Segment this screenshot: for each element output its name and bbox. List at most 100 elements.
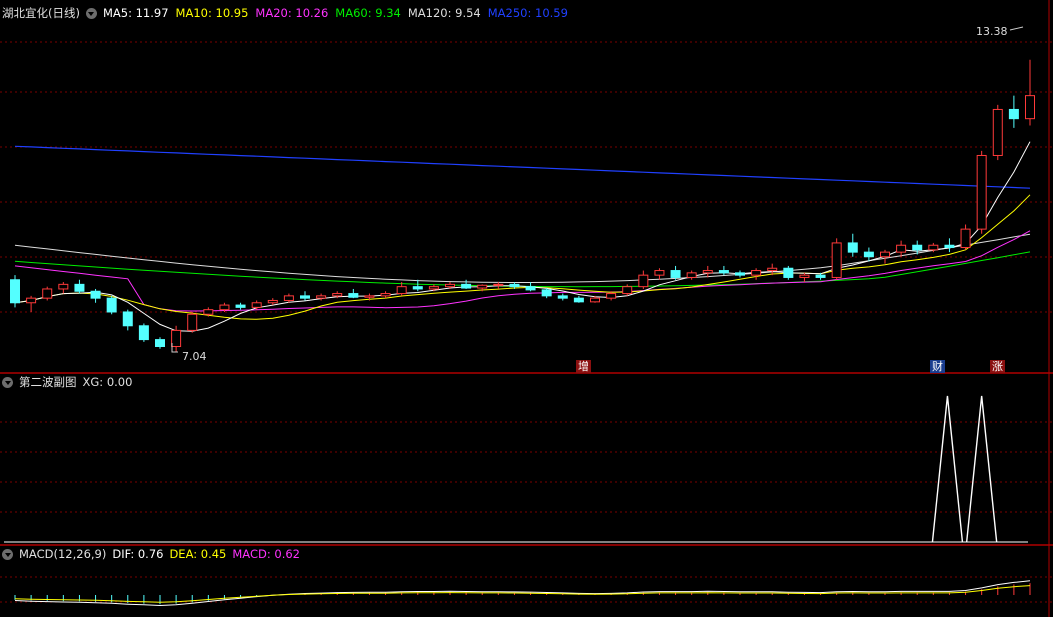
- candle-body-18: [300, 295, 310, 299]
- main-panel-header: 湖北宜化(日线) MA5: 11.97 MA10: 10.95 MA20: 10.2…: [2, 5, 568, 21]
- candle-body-20: [332, 293, 343, 297]
- candle-body-49: [799, 274, 810, 278]
- ma-legend: MA5: 11.97 MA10: 10.95 MA20: 10.26 MA60: 9.…: [103, 5, 568, 21]
- candle-body-51: [831, 242, 842, 278]
- candle-body-27: [445, 283, 455, 288]
- candle-body-32: [525, 286, 536, 291]
- xg-spike-1: [965, 395, 998, 543]
- candle-body-50: [815, 274, 826, 278]
- ma-legend-4: MA120: 9.54: [407, 6, 481, 20]
- candle-body-15: [251, 302, 262, 308]
- candle-body-63: [1025, 95, 1035, 120]
- candle-body-7: [122, 311, 133, 327]
- stock-title: 湖北宜化(日线): [2, 6, 80, 20]
- candle-body-5: [90, 290, 101, 299]
- candle-body-37: [606, 293, 617, 299]
- candle-body-46: [751, 270, 762, 276]
- marker-cai[interactable]: 财: [930, 360, 945, 373]
- candle-body-36: [590, 297, 600, 303]
- candle-body-30: [493, 283, 504, 286]
- dropdown-icon[interactable]: [2, 548, 13, 560]
- ma250-line: [14, 145, 1031, 189]
- ma60-line: [14, 251, 1031, 288]
- candle-body-52: [847, 242, 858, 253]
- chart-canvas: [0, 0, 1053, 617]
- candle-body-61: [992, 108, 1003, 156]
- candle-body-60: [976, 154, 987, 230]
- candle-body-2: [42, 288, 53, 299]
- candle-body-13: [219, 304, 230, 311]
- dea-value: DEA: 0.45: [169, 547, 227, 561]
- candle-body-21: [348, 293, 359, 298]
- candle-body-38: [622, 286, 633, 295]
- candle-body-3: [58, 283, 69, 290]
- ma-legend-5: MA250: 10.59: [487, 6, 568, 20]
- candle-body-44: [718, 270, 729, 274]
- candle-body-29: [477, 284, 488, 289]
- candle-body-55: [896, 244, 907, 253]
- candle-body-31: [509, 283, 520, 288]
- candle-body-6: [106, 297, 117, 313]
- candle-body-53: [863, 251, 874, 258]
- candle-body-34: [557, 295, 568, 299]
- candle-body-26: [428, 286, 439, 290]
- candle-body-62: [1008, 108, 1019, 120]
- candle-body-28: [461, 283, 472, 289]
- candle-body-48: [783, 267, 794, 278]
- kline-chart-window: 湖北宜化(日线) MA5: 11.97 MA10: 10.95 MA20: 10.2…: [0, 0, 1053, 617]
- ma-legend-2: MA20: 10.26: [255, 6, 329, 20]
- ma10-line: [14, 194, 1031, 320]
- candle-body-22: [364, 295, 375, 298]
- macd-value: MACD: 0.62: [232, 547, 300, 561]
- candle-body-43: [702, 270, 713, 274]
- ma-legend-0: MA5: 11.97: [102, 6, 169, 20]
- candle-body-33: [541, 289, 552, 297]
- candle-body-58: [944, 244, 955, 249]
- candle-body-0: [10, 279, 20, 304]
- candle-body-25: [412, 286, 423, 290]
- candle-body-35: [573, 297, 584, 303]
- candle-body-54: [880, 251, 890, 258]
- candle-body-14: [235, 304, 246, 308]
- ma-legend-3: MA60: 9.34: [335, 6, 401, 20]
- sub-panel-header: 第二波副图 XG: 0.00: [2, 374, 132, 390]
- candle-body-12: [203, 309, 214, 315]
- ma5-line: [14, 141, 1031, 332]
- marker-zhang[interactable]: 涨: [990, 360, 1005, 373]
- low-price-label: 7.04: [182, 350, 207, 363]
- xg-value: XG: 0.00: [82, 375, 133, 389]
- macd-title: MACD(12,26,9): [19, 547, 107, 561]
- xg-spike-0: [931, 395, 964, 543]
- dea-line: [14, 585, 1031, 603]
- candle-body-19: [316, 295, 327, 299]
- high-pointer: [1009, 26, 1024, 31]
- candle-body-59: [960, 228, 971, 249]
- marker-zeng[interactable]: 增: [576, 360, 591, 373]
- candle-body-1: [26, 297, 37, 304]
- candle-body-47: [767, 267, 778, 272]
- candle-body-9: [155, 339, 165, 347]
- candle-body-11: [187, 313, 198, 331]
- candle-body-57: [928, 244, 939, 251]
- candle-body-4: [74, 283, 85, 292]
- candle-body-10: [171, 329, 182, 347]
- macd-panel-header: MACD(12,26,9) DIF: 0.76 DEA: 0.45 MACD: …: [2, 546, 300, 562]
- candle-body-56: [912, 244, 923, 251]
- ma20-line: [14, 230, 1031, 312]
- candle-body-42: [686, 272, 697, 278]
- candle-body-23: [380, 293, 391, 297]
- sub-panel-title: 第二波副图: [19, 375, 77, 389]
- candle-body-17: [283, 295, 294, 301]
- dropdown-icon[interactable]: [2, 376, 13, 388]
- candle-body-24: [396, 286, 407, 295]
- high-price-label: 13.38: [976, 25, 1008, 38]
- ma-legend-1: MA10: 10.95: [175, 6, 249, 20]
- candle-body-45: [735, 272, 745, 276]
- dropdown-icon[interactable]: [85, 7, 97, 19]
- dif-value: DIF: 0.76: [112, 547, 164, 561]
- candle-body-16: [267, 299, 278, 304]
- candle-body-39: [638, 274, 649, 288]
- candle-body-41: [670, 270, 681, 278]
- candle-body-40: [654, 270, 665, 276]
- candle-body-8: [138, 325, 149, 341]
